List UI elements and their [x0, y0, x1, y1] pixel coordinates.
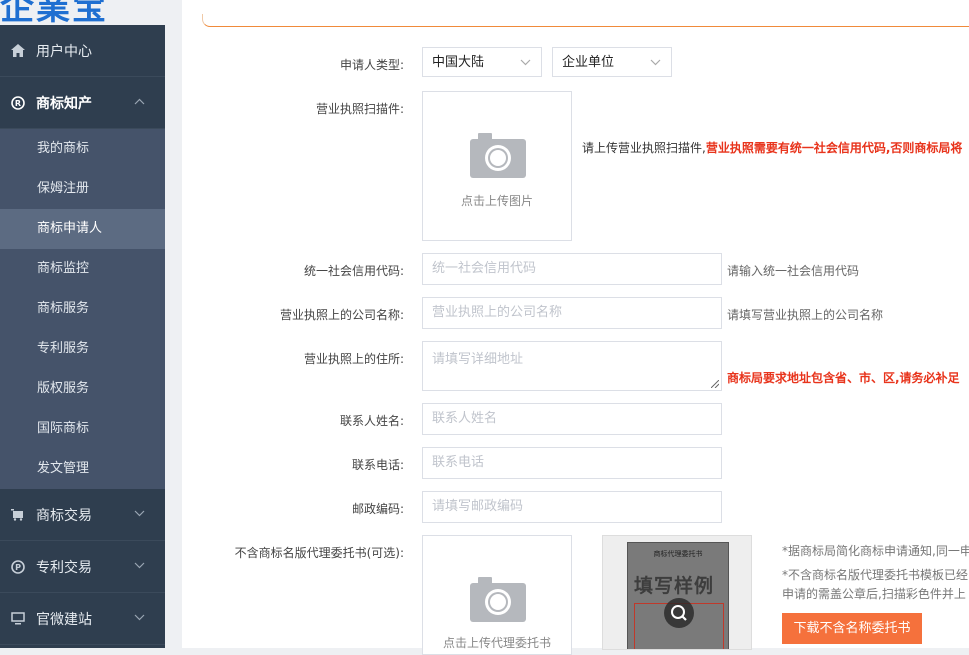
address-hint-warning: 商标局要求地址包含省、市、区,请务必补足: [727, 371, 960, 385]
svg-text:R: R: [15, 99, 21, 108]
sidebar-item-label: 官微建站: [36, 611, 92, 628]
site-logo[interactable]: 企業宝: [0, 0, 108, 28]
address-textarea[interactable]: 请填写详细地址: [422, 341, 722, 391]
sidebar-subitem-nanny-registration[interactable]: 保姆注册: [0, 169, 165, 209]
home-icon: [11, 44, 25, 58]
sidebar-item-trademark-trade[interactable]: 商标交易: [0, 489, 165, 541]
sidebar-submenu: 我的商标 保姆注册 商标申请人 商标监控 商标服务 专利服务 版权服务 国际商标…: [0, 129, 165, 489]
region-select-value: 中国大陆: [432, 55, 485, 70]
registered-icon: R: [11, 95, 25, 110]
sample-doc-title: 商标代理委托书: [653, 550, 703, 558]
chevron-down-icon: [134, 561, 145, 572]
postcode-label: 邮政编码:: [351, 502, 404, 516]
company-name-hint: 请填写营业执照上的公司名称: [727, 308, 884, 322]
address-label: 营业执照上的住所:: [303, 352, 404, 366]
zoom-magnifier-icon[interactable]: [664, 598, 694, 628]
license-hint: 请上传营业执照扫描件,营业执照需要有统一社会信用代码,否则商标局将: [582, 141, 963, 155]
entity-select-value: 企业单位: [562, 55, 615, 70]
sample-watermark: 填写样例: [634, 575, 715, 597]
camera-icon: [470, 133, 526, 178]
license-upload[interactable]: 点击上传图片: [422, 91, 572, 241]
proxy-letter-label: 不含商标名版代理委托书(可选):: [234, 546, 404, 560]
proxy-note-1: *据商标局简化商标申请通知,同一申: [782, 544, 969, 558]
contact-name-label: 联系人姓名:: [339, 414, 404, 428]
phone-label: 联系电话:: [351, 458, 404, 472]
credit-code-label: 统一社会信用代码:: [303, 264, 404, 278]
sidebar-item-patent-trade[interactable]: P 专利交易: [0, 541, 165, 593]
license-label: 营业执照扫描件:: [315, 102, 404, 116]
upload-text: 点击上传图片: [460, 194, 533, 208]
chevron-down-icon: [134, 509, 145, 520]
chevron-down-icon: [134, 613, 145, 624]
sidebar-subitem-trademark-monitor[interactable]: 商标监控: [0, 249, 165, 289]
sidebar-subitem-trademark-service[interactable]: 商标服务: [0, 289, 165, 329]
sidebar-item-label: 商标知产: [36, 95, 92, 112]
phone-input[interactable]: 联系电话: [422, 447, 722, 479]
sidebar-subitem-trademark-applicant[interactable]: 商标申请人: [0, 209, 165, 249]
svg-text:P: P: [15, 563, 21, 572]
resize-handle-icon[interactable]: [711, 380, 719, 388]
sidebar-item-label: 专利交易: [36, 559, 92, 576]
contact-name-input[interactable]: 联系人姓名: [422, 403, 722, 435]
sample-document-image[interactable]: 商标代理委托书 填写样例: [602, 535, 752, 650]
entity-select[interactable]: 企业单位: [552, 47, 672, 77]
credit-code-input[interactable]: 统一社会信用代码: [422, 253, 722, 285]
postcode-input[interactable]: 请填写邮政编码: [422, 491, 722, 523]
cart-icon: [11, 508, 25, 522]
proxy-upload-text: 点击上传代理委托书: [442, 636, 551, 650]
sidebar-item-user-center[interactable]: 用户中心: [0, 25, 165, 77]
sidebar-subitem-my-trademarks[interactable]: 我的商标: [0, 129, 165, 169]
region-select[interactable]: 中国大陆: [422, 47, 542, 77]
chevron-up-icon: [134, 97, 145, 108]
credit-code-hint: 请输入统一社会信用代码: [727, 264, 860, 278]
chevron-down-icon: [520, 48, 531, 78]
sidebar: 用户中心 R 商标知产 我的商标 保姆注册 商标申请人 商标监控 商标服务 专利…: [0, 25, 165, 648]
proxy-note-2: *不含商标名版代理委托书模板已经: [782, 568, 969, 582]
license-hint-warning: 营业执照需要有统一社会信用代码,否则商标局将: [705, 141, 963, 155]
camera-icon: [470, 577, 526, 622]
sidebar-subitem-patent-service[interactable]: 专利服务: [0, 329, 165, 369]
sidebar-subitem-international-trademark[interactable]: 国际商标: [0, 409, 165, 449]
download-proxy-template-button[interactable]: 下载不含名称委托书: [782, 613, 922, 644]
sidebar-subitem-copyright-service[interactable]: 版权服务: [0, 369, 165, 409]
company-name-label: 营业执照上的公司名称:: [279, 308, 404, 322]
main-panel: 申请人类型: 中国大陆 企业单位 营业执照扫描件: 点击上传图片 请上传营业执照…: [182, 0, 969, 655]
proxy-letter-upload[interactable]: 点击上传代理委托书: [422, 535, 572, 655]
proxy-note-3: 申请的需盖公章后,扫描彩色件并上: [782, 587, 966, 601]
monitor-icon: [11, 612, 25, 626]
sidebar-item-trademark-ip[interactable]: R 商标知产: [0, 77, 165, 129]
section-divider: [202, 14, 969, 27]
address-placeholder: 请填写详细地址: [432, 352, 524, 367]
patent-icon: P: [11, 559, 25, 574]
company-name-input[interactable]: 营业执照上的公司名称: [422, 297, 722, 329]
applicant-type-label: 申请人类型:: [339, 58, 404, 72]
chevron-down-icon: [650, 48, 661, 78]
sidebar-item-label: 用户中心: [36, 43, 92, 60]
sample-document: 商标代理委托书 填写样例: [627, 542, 729, 649]
sidebar-item-label: 商标交易: [36, 507, 92, 524]
sidebar-item-official-site[interactable]: 官微建站: [0, 593, 165, 645]
sidebar-subitem-document-management[interactable]: 发文管理: [0, 449, 165, 489]
